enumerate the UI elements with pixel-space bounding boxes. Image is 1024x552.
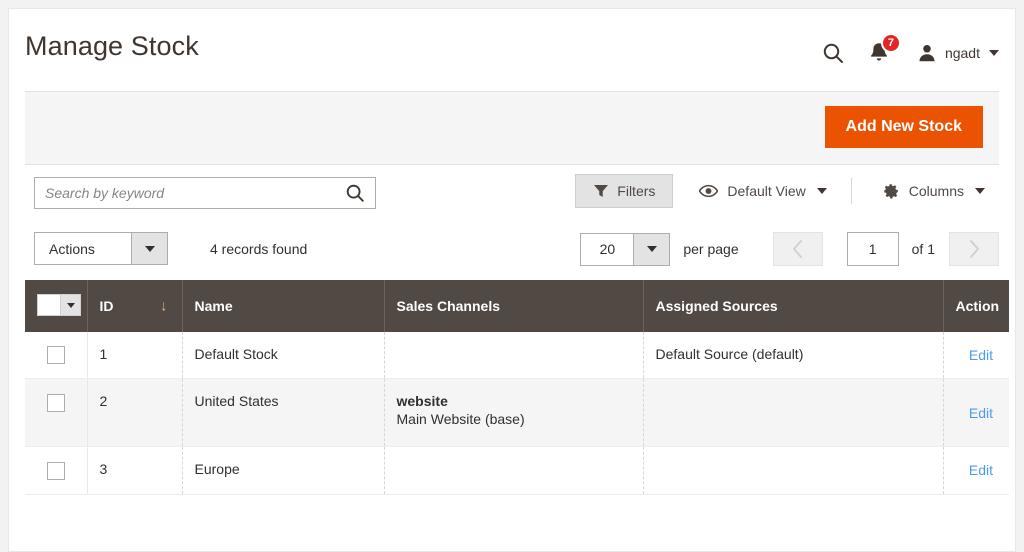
keyword-search-box[interactable] xyxy=(34,177,376,209)
filters-label: Filters xyxy=(617,183,656,199)
grid-actions-row: Actions 4 records found 20 per page of 1 xyxy=(25,223,999,275)
column-header-id[interactable]: ID ↓ xyxy=(87,280,183,332)
select-all-dropdown[interactable] xyxy=(37,294,81,316)
total-pages-label: of 1 xyxy=(911,241,935,257)
cell-assigned-sources: Default Source (default) xyxy=(643,332,944,380)
row-select-cell[interactable] xyxy=(25,378,88,448)
column-header-action: Action xyxy=(943,280,1009,332)
user-menu[interactable]: ngadt xyxy=(914,38,1001,68)
page-actions-band: Add New Stock xyxy=(25,91,999,165)
cell-id: 1 xyxy=(87,332,183,380)
select-all-checkbox[interactable] xyxy=(38,295,60,315)
admin-page: Manage Stock 7 ngadt Add New Stock Searc… xyxy=(8,8,1016,552)
cell-sales-channels xyxy=(384,446,644,495)
per-page-value: 20 xyxy=(599,241,616,257)
table-row[interactable]: 1 Default Stock Default Source (default)… xyxy=(25,332,1009,380)
cell-action: Edit xyxy=(943,446,1009,495)
stock-table: ID ↓ Name Sales Channels Assigned Source… xyxy=(25,280,1009,495)
cell-action: Edit xyxy=(943,332,1009,380)
search-submit-button[interactable] xyxy=(335,178,375,208)
chevron-down-icon xyxy=(633,233,670,265)
chevron-down-icon xyxy=(975,188,985,194)
column-label-id: ID xyxy=(99,298,114,314)
user-name: ngadt xyxy=(944,45,980,61)
column-header-name[interactable]: Name xyxy=(182,280,385,332)
records-found-label: 4 records found xyxy=(210,241,308,257)
columns-label: Columns xyxy=(908,183,964,199)
row-checkbox[interactable] xyxy=(46,461,65,480)
edit-link[interactable]: Edit xyxy=(969,405,993,421)
chevron-right-icon xyxy=(970,240,979,258)
grid-toolbar: Filters Default View Columns xyxy=(25,165,999,223)
arrow-down-icon: ↓ xyxy=(160,297,168,315)
row-select-cell[interactable] xyxy=(25,332,88,380)
chevron-down-icon xyxy=(131,233,167,264)
pagination-controls: 20 per page of 1 xyxy=(580,232,999,266)
filters-button[interactable]: Filters xyxy=(575,174,674,208)
column-label-assigned-sources: Assigned Sources xyxy=(655,298,778,314)
per-page-label: per page xyxy=(683,241,739,257)
bell-wrap: 7 xyxy=(866,33,901,66)
previous-page-button[interactable] xyxy=(772,232,823,266)
chevron-down-icon[interactable] xyxy=(60,295,80,315)
cell-action: Edit xyxy=(943,378,1009,448)
row-checkbox[interactable] xyxy=(46,346,65,365)
cell-assigned-sources xyxy=(643,378,944,448)
default-view-label: Default View xyxy=(727,183,806,199)
column-header-sales-channels[interactable]: Sales Channels xyxy=(384,280,644,332)
table-header-row: ID ↓ Name Sales Channels Assigned Source… xyxy=(25,280,1009,332)
cell-name: Europe xyxy=(182,446,385,495)
global-search-button[interactable] xyxy=(810,33,856,73)
data-grid: ID ↓ Name Sales Channels Assigned Source… xyxy=(25,280,1009,495)
search-input[interactable] xyxy=(35,185,335,201)
table-row[interactable]: 3 Europe Edit xyxy=(25,446,1009,495)
search-icon xyxy=(346,184,364,202)
cell-id: 2 xyxy=(87,378,183,448)
sales-channel-name: Main Website (base) xyxy=(396,411,525,428)
table-head: ID ↓ Name Sales Channels Assigned Source… xyxy=(25,280,1009,332)
chevron-down-icon xyxy=(989,50,999,56)
actions-dropdown[interactable]: Actions xyxy=(34,232,168,265)
search-icon xyxy=(823,43,843,63)
cell-name: United States xyxy=(182,378,385,448)
cell-name: Default Stock xyxy=(182,332,385,380)
column-label-action: Action xyxy=(955,298,1000,314)
page-title: Manage Stock xyxy=(25,31,199,61)
cell-id: 3 xyxy=(87,446,183,495)
eye-icon xyxy=(699,184,719,198)
current-page-input[interactable] xyxy=(846,232,899,266)
column-label-sales-channels: Sales Channels xyxy=(396,298,501,314)
notifications-button[interactable]: 7 xyxy=(856,33,902,73)
chevron-left-icon xyxy=(792,240,802,258)
cell-sales-channels xyxy=(384,332,644,380)
row-checkbox[interactable] xyxy=(46,393,65,412)
columns-dropdown[interactable]: Columns xyxy=(868,174,999,208)
page-header: Manage Stock 7 ngadt xyxy=(9,9,1015,91)
edit-link[interactable]: Edit xyxy=(969,462,993,478)
sales-channel-type: website xyxy=(396,393,448,410)
table-row[interactable]: 2 United States website Main Website (ba… xyxy=(25,378,1009,448)
row-select-cell[interactable] xyxy=(25,446,88,495)
column-label-name: Name xyxy=(194,298,233,314)
per-page-dropdown[interactable]: 20 xyxy=(580,232,671,266)
table-body: 1 Default Stock Default Source (default)… xyxy=(25,332,1009,495)
chevron-down-icon xyxy=(816,188,827,194)
toolbar-divider xyxy=(850,178,852,204)
gear-icon xyxy=(884,184,898,199)
edit-link[interactable]: Edit xyxy=(969,347,993,363)
cell-sales-channels: website Main Website (base) xyxy=(384,378,644,448)
cell-assigned-sources xyxy=(643,446,944,495)
funnel-icon xyxy=(594,185,609,197)
next-page-button[interactable] xyxy=(949,232,999,266)
actions-label: Actions xyxy=(49,240,95,257)
add-new-stock-button[interactable]: Add New Stock xyxy=(824,106,983,148)
column-header-select-all[interactable] xyxy=(25,280,88,332)
default-view-dropdown[interactable]: Default View xyxy=(685,175,840,207)
header-actions: 7 ngadt xyxy=(810,33,1001,73)
notification-count-badge: 7 xyxy=(880,33,901,53)
toolbar-right-controls: Filters Default View Columns xyxy=(575,174,999,208)
column-header-assigned-sources[interactable]: Assigned Sources xyxy=(643,280,944,332)
user-icon xyxy=(919,45,935,62)
